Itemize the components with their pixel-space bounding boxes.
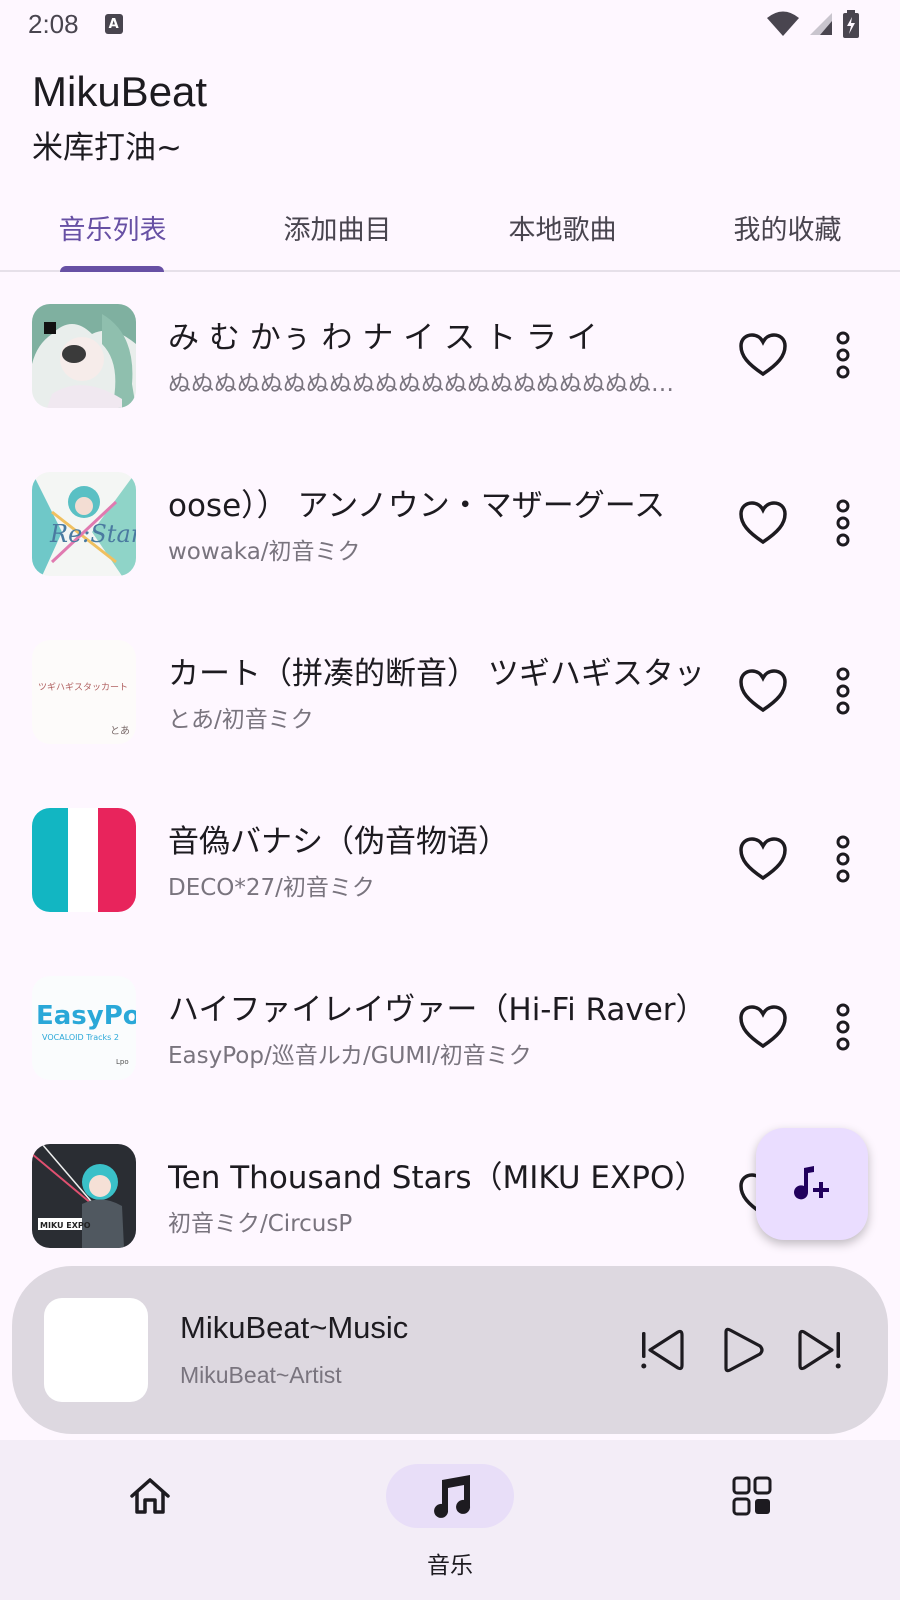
album-cover (32, 304, 136, 408)
notification-a-icon: A (104, 14, 123, 34)
player-album-cover (44, 1298, 148, 1402)
play-icon[interactable] (716, 1324, 768, 1376)
album-cover: Re:Star (32, 472, 136, 576)
grid-icon (732, 1476, 772, 1516)
status-icons (766, 10, 860, 38)
album-cover: EasyPop VOCALOID Tracks 2 Lpo (32, 976, 136, 1080)
battery-icon (843, 10, 859, 38)
tab-label: 添加曲目 (283, 214, 392, 246)
song-title: Ten Thousand Stars（MIKU EXPO） (168, 1160, 706, 1196)
favorite-heart-icon[interactable] (738, 332, 788, 378)
tab-label: 本地歌曲 (508, 214, 617, 246)
add-music-icon (794, 1166, 829, 1200)
music-note-icon (434, 1475, 471, 1518)
favorite-heart-icon[interactable] (738, 1004, 788, 1050)
tab-label: 音乐列表 (58, 214, 167, 246)
favorite-heart-icon[interactable] (738, 668, 788, 714)
previous-icon[interactable] (636, 1324, 688, 1376)
song-artist: wowaka/初音ミク (168, 539, 361, 565)
tab-music-list[interactable]: 音乐列表 (0, 184, 225, 272)
album-cover: MIKU EXPO (32, 1144, 136, 1248)
home-icon (130, 1478, 170, 1514)
player-track-artist: MikuBeat~Artist (180, 1362, 342, 1388)
song-artist: とあ/初音ミク (168, 707, 314, 733)
more-options-icon[interactable] (828, 498, 858, 548)
add-music-fab[interactable] (756, 1128, 868, 1240)
tab-add-tracks[interactable]: 添加曲目 (225, 184, 450, 270)
favorite-heart-icon[interactable] (738, 836, 788, 882)
song-title: 音偽バナシ（伪音物语） (168, 824, 509, 860)
song-artist: EasyPop/巡音ルカ/GUMI/初音ミク (168, 1043, 532, 1069)
album-cover: ツギハギスタッカート とあ (32, 640, 136, 744)
app-title: MikuBeat (32, 68, 208, 115)
svg-text:Lpo: Lpo (116, 1058, 129, 1066)
player-track-title: MikuBeat~Music (180, 1310, 409, 1345)
song-artist: DECO*27/初音ミク (168, 875, 375, 901)
song-row[interactable]: み む かぅ わ ナ イ ス ト ラ イ ぬぬぬぬぬぬぬぬぬぬぬぬぬぬぬぬぬぬぬ… (0, 272, 900, 440)
song-row[interactable]: 音偽バナシ（伪音物语） DECO*27/初音ミク (0, 776, 900, 944)
song-title: oose）） アンノウン・マザーグース (168, 488, 666, 524)
more-options-icon[interactable] (828, 330, 858, 380)
tab-bar: 音乐列表 添加曲目 本地歌曲 我的收藏 (0, 184, 900, 272)
svg-text:とあ: とあ (110, 725, 130, 737)
nav-grid[interactable] (682, 1464, 822, 1574)
wifi-icon (767, 11, 799, 36)
song-artist: ぬぬぬぬぬぬぬぬぬぬぬぬぬぬぬぬぬぬぬぬぬぬぬぬぬぬぬぬ (168, 371, 688, 397)
status-bar: 2:08 A (0, 0, 900, 48)
nav-music[interactable]: 音乐 (380, 1464, 520, 1579)
album-cover (32, 808, 136, 912)
next-icon[interactable] (794, 1324, 846, 1376)
favorite-heart-icon[interactable] (738, 500, 788, 546)
tab-local-songs[interactable]: 本地歌曲 (450, 184, 675, 270)
tab-favorites[interactable]: 我的收藏 (675, 184, 900, 270)
more-options-icon[interactable] (828, 1002, 858, 1052)
svg-text:ツギハギスタッカート: ツギハギスタッカート (38, 682, 128, 693)
bottom-navigation: 音乐 (0, 1440, 900, 1600)
song-list: み む かぅ わ ナ イ ス ト ラ イ ぬぬぬぬぬぬぬぬぬぬぬぬぬぬぬぬぬぬぬ… (0, 272, 900, 1280)
svg-text:VOCALOID Tracks 2: VOCALOID Tracks 2 (42, 1033, 119, 1042)
svg-text:Re:Star: Re:Star (49, 520, 136, 548)
tab-label: 我的收藏 (733, 214, 842, 246)
song-row[interactable]: Re:Star oose）） アンノウン・マザーグース wowaka/初音ミク (0, 440, 900, 608)
more-options-icon[interactable] (828, 834, 858, 884)
mini-player[interactable]: MikuBeat~Music MikuBeat~Artist (12, 1266, 888, 1434)
app-subtitle: 米库打油~ (32, 130, 182, 166)
status-time: 2:08 (28, 8, 79, 39)
more-options-icon[interactable] (828, 666, 858, 716)
song-row[interactable]: EasyPop VOCALOID Tracks 2 Lpo ハイファイレイヴァー… (0, 944, 900, 1112)
cellular-signal-icon (810, 13, 832, 35)
nav-home[interactable] (80, 1464, 220, 1574)
svg-text:MIKU EXPO: MIKU EXPO (40, 1221, 91, 1230)
nav-label: 音乐 (427, 1553, 473, 1579)
song-title: カート（拼凑的断音） ツギハギスタッカート (168, 656, 708, 692)
song-artist: 初音ミク/CircusP (168, 1211, 353, 1237)
song-title: み む かぅ わ ナ イ ス ト ラ イ (168, 320, 598, 356)
song-title: ハイファイレイヴァー（Hi-Fi Raver） (168, 992, 707, 1028)
svg-text:EasyPop: EasyPop (36, 1001, 136, 1031)
song-row[interactable]: ツギハギスタッカート とあ カート（拼凑的断音） ツギハギスタッカート とあ/初… (0, 608, 900, 776)
